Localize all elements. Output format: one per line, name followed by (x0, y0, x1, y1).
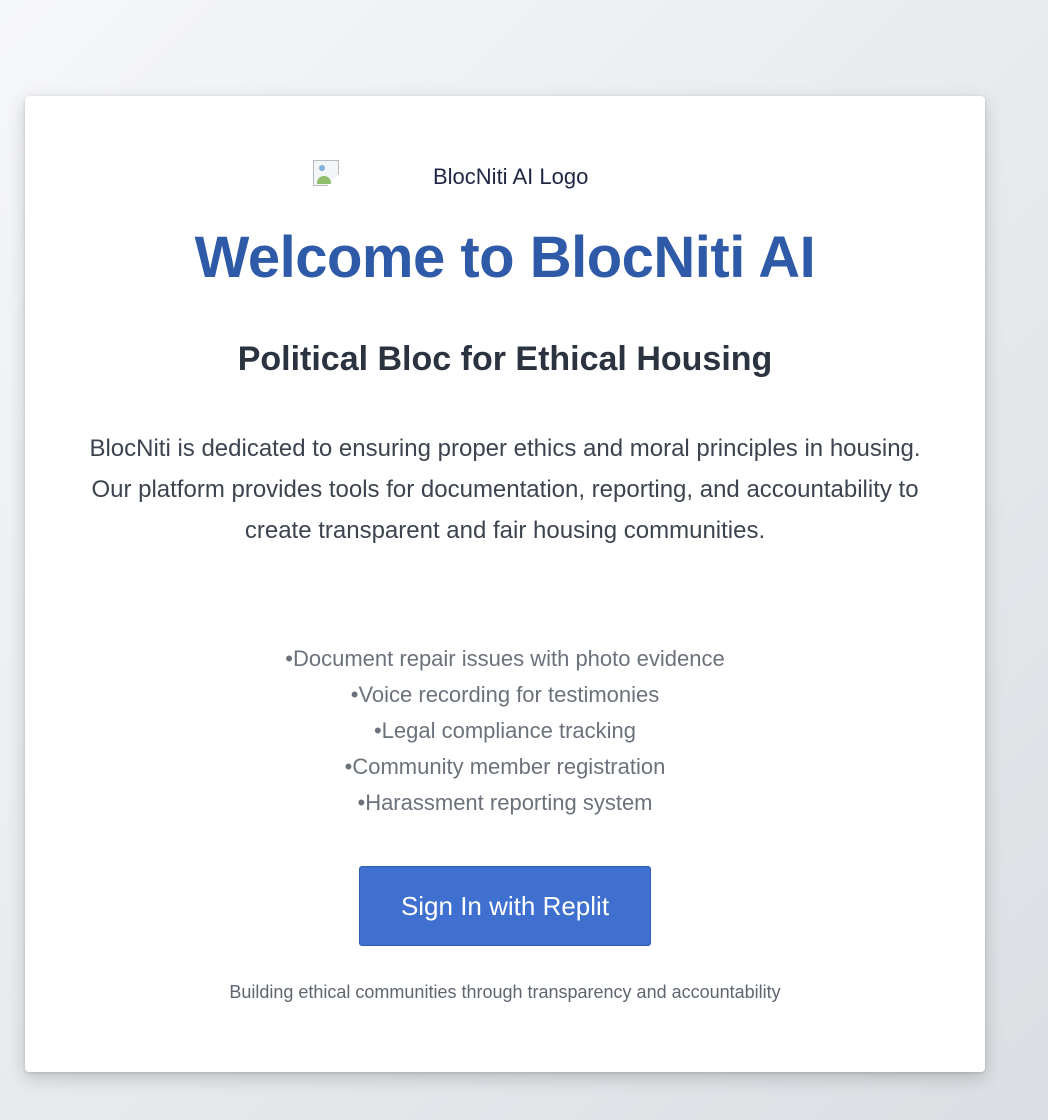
logo: BlocNiti AI Logo (313, 158, 588, 196)
feature-list: Document repair issues with photo eviden… (25, 641, 985, 821)
sign-in-button[interactable]: Sign In with Replit (359, 866, 651, 946)
feature-item: Harassment reporting system (25, 785, 985, 821)
feature-item: Document repair issues with photo eviden… (25, 641, 985, 677)
broken-image-icon (313, 160, 341, 188)
footer-tagline: Building ethical communities through tra… (229, 982, 781, 1002)
feature-item: Community member registration (25, 749, 985, 785)
feature-item: Voice recording for testimonies (25, 677, 985, 713)
page-subtitle: Political Bloc for Ethical Housing (237, 340, 773, 378)
feature-item: Legal compliance tracking (25, 713, 985, 749)
welcome-card: BlocNiti AI Logo Welcome to BlocNiti AI … (25, 96, 985, 1072)
page-title: Welcome to BlocNiti AI (194, 225, 816, 290)
description: BlocNiti is dedicated to ensuring proper… (89, 435, 921, 544)
logo-alt-text: BlocNiti AI Logo (433, 164, 589, 189)
